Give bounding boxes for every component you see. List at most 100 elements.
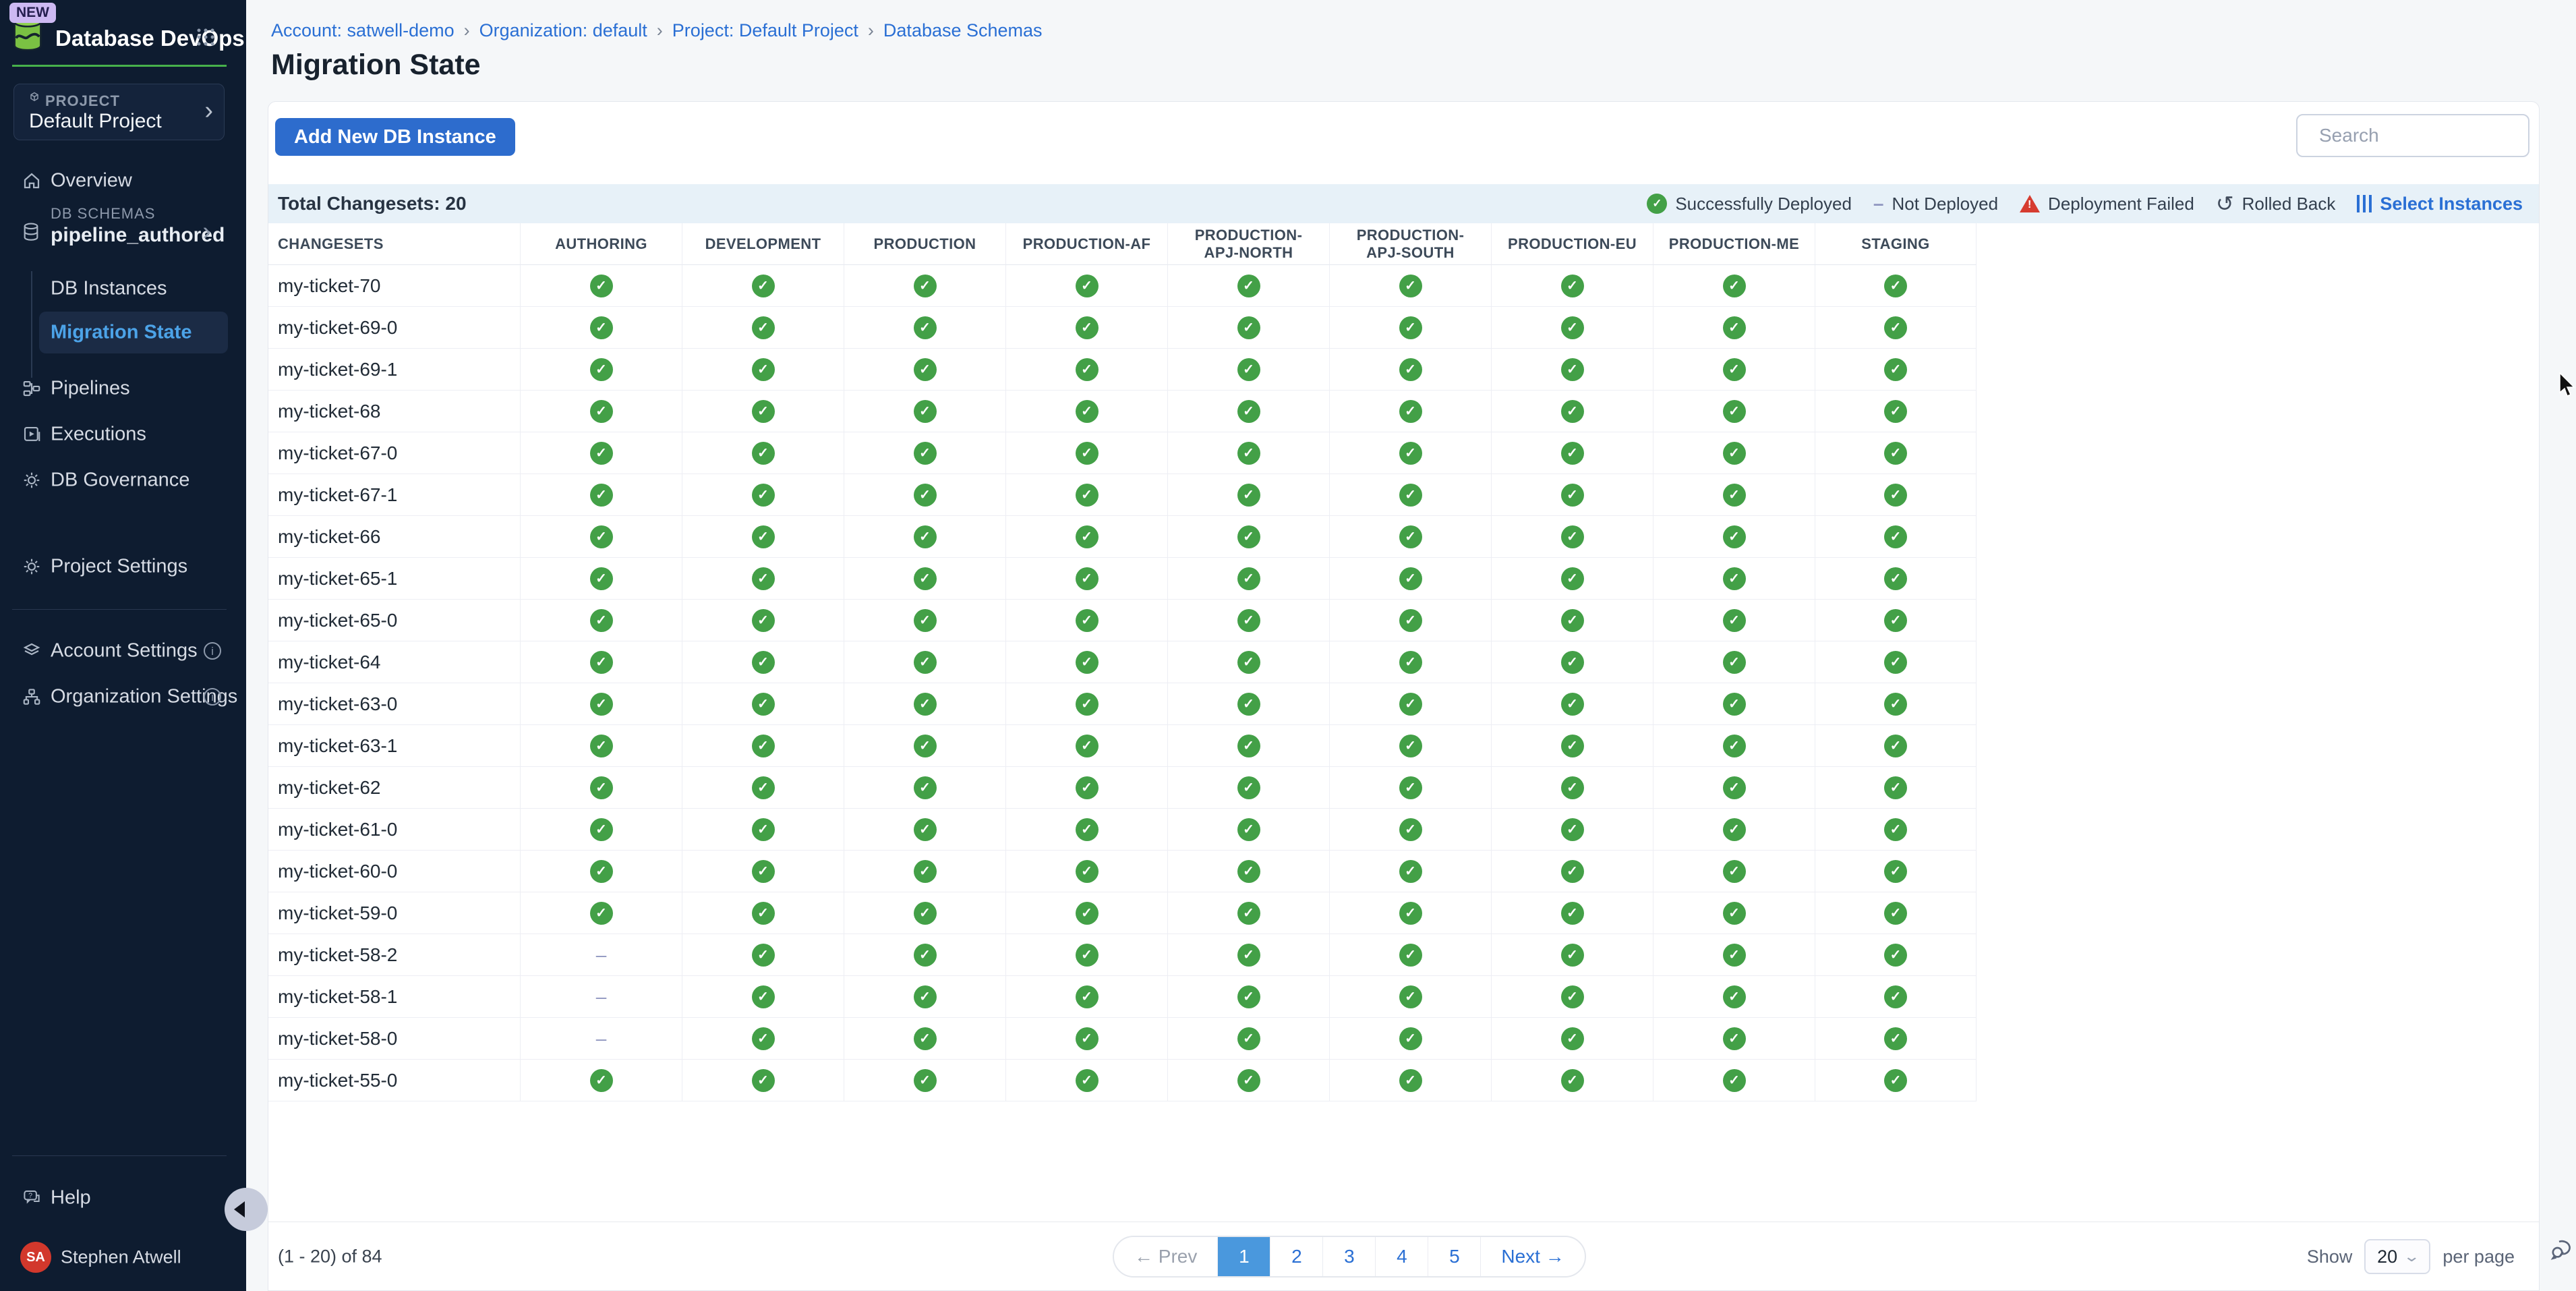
- page-button-2[interactable]: 2: [1270, 1237, 1322, 1276]
- status-cell: [1329, 349, 1491, 391]
- status-cell: [844, 976, 1005, 1018]
- status-deployed-icon: [1723, 860, 1746, 883]
- page-button-5[interactable]: 5: [1428, 1237, 1480, 1276]
- sidebar-item-db-instances[interactable]: DB Instances: [39, 271, 228, 306]
- sidebar-item-migration-state[interactable]: Migration State: [39, 312, 228, 353]
- status-cell: [844, 725, 1005, 767]
- table-row: my-ticket-64: [268, 641, 1977, 683]
- status-deployed-icon: [1399, 609, 1422, 632]
- status-cell: [1653, 767, 1815, 809]
- breadcrumb-separator: ›: [464, 20, 470, 41]
- user-name: Stephen Atwell: [61, 1247, 181, 1268]
- sidebar-item-db-governance[interactable]: DB Governance: [0, 461, 246, 499]
- sidebar-item-help[interactable]: ? Help: [0, 1179, 246, 1217]
- status-deployed-icon: [1076, 442, 1099, 465]
- chevron-right-icon: ›: [202, 217, 211, 246]
- status-deployed-icon: [1723, 567, 1746, 590]
- status-cell: [1815, 307, 1977, 349]
- breadcrumb-organization-link[interactable]: Organization: default: [479, 20, 647, 41]
- status-deployed-icon: [1884, 776, 1907, 799]
- breadcrumb-account-link[interactable]: Account: satwell-demo: [271, 20, 455, 41]
- status-deployed-icon: [914, 902, 937, 925]
- status-cell: [1653, 516, 1815, 558]
- status-deployed-icon: [590, 609, 613, 632]
- pagination: ← Prev 1 2 3 4 5 Next →: [1113, 1236, 1586, 1278]
- user-menu[interactable]: SA Stephen Atwell: [0, 1238, 246, 1276]
- table-row: my-ticket-69-0: [268, 307, 1977, 349]
- sidebar-item-executions[interactable]: Executions: [0, 415, 246, 453]
- sidebar-item-label: Project Settings: [51, 556, 187, 578]
- page-button-1[interactable]: 1: [1217, 1237, 1270, 1276]
- sidebar-item-overview[interactable]: Overview: [0, 162, 246, 200]
- breadcrumb-database-schemas-link[interactable]: Database Schemas: [883, 20, 1043, 41]
- status-cell: [1491, 516, 1653, 558]
- status-deployed-icon: [1884, 567, 1907, 590]
- status-deployed-icon: [752, 275, 775, 297]
- status-cell: [1653, 307, 1815, 349]
- status-cell: [520, 391, 682, 432]
- page-button-3[interactable]: 3: [1322, 1237, 1375, 1276]
- changeset-name: my-ticket-55-0: [268, 1060, 520, 1101]
- status-cell: [1005, 851, 1167, 892]
- status-cell: [1167, 641, 1329, 683]
- changeset-name: my-ticket-63-1: [268, 725, 520, 767]
- changeset-name: my-ticket-58-2: [268, 934, 520, 976]
- status-deployed-icon: [1884, 944, 1907, 967]
- status-cell: [1653, 1060, 1815, 1101]
- status-deployed-icon: [1237, 358, 1260, 381]
- info-icon[interactable]: i: [204, 688, 221, 706]
- status-cell: [1167, 1060, 1329, 1101]
- status-deployed-icon: [590, 400, 613, 423]
- status-cell: [1815, 641, 1977, 683]
- status-cell: [1815, 809, 1977, 851]
- status-cell: [520, 892, 682, 934]
- add-db-instance-button[interactable]: Add New DB Instance: [275, 118, 515, 156]
- table-row: my-ticket-59-0: [268, 892, 1977, 934]
- sidebar-collapse-handle[interactable]: [225, 1188, 268, 1231]
- status-not-deployed-dash: –: [596, 986, 607, 1008]
- status-cell: [1653, 265, 1815, 307]
- prev-page-button[interactable]: ← Prev: [1114, 1237, 1217, 1276]
- select-instances-button[interactable]: Select Instances: [2357, 194, 2523, 214]
- status-cell: [520, 767, 682, 809]
- status-cell: [520, 432, 682, 474]
- status-cell: [682, 641, 844, 683]
- sidebar-item-pipelines[interactable]: Pipelines: [0, 370, 246, 407]
- status-cell: [520, 683, 682, 725]
- per-page-select[interactable]: 20 ⌄: [2364, 1239, 2430, 1274]
- sidebar-item-db-schemas[interactable]: DB SCHEMAS pipeline_authored ›: [0, 201, 246, 263]
- page-button-4[interactable]: 4: [1375, 1237, 1428, 1276]
- status-deployed-icon: [1884, 860, 1907, 883]
- status-deployed-icon: [1237, 442, 1260, 465]
- status-cell: [1653, 391, 1815, 432]
- status-cell: [682, 391, 844, 432]
- status-cell: [520, 1060, 682, 1101]
- search-box[interactable]: [2296, 114, 2529, 157]
- sidebar-item-account-settings[interactable]: Account Settings i: [0, 632, 246, 670]
- search-input[interactable]: [2319, 125, 2563, 146]
- sidebar-item-project-settings[interactable]: Project Settings: [0, 548, 246, 585]
- sidebar-divider: [12, 609, 227, 610]
- status-cell: [1167, 976, 1329, 1018]
- table-row: my-ticket-55-0: [268, 1060, 1977, 1101]
- status-deployed-icon: [914, 400, 937, 423]
- status-deployed-icon: [1561, 1069, 1584, 1092]
- status-deployed-icon: [914, 609, 937, 632]
- rollback-arrow-icon: ↺: [2216, 193, 2234, 214]
- sidebar-item-organization-settings[interactable]: Organization Settings i: [0, 678, 246, 716]
- app-title: Database DevOps: [55, 26, 245, 51]
- status-deployed-icon: [1884, 400, 1907, 423]
- status-cell: [1653, 725, 1815, 767]
- next-page-button[interactable]: Next →: [1480, 1237, 1584, 1276]
- legend-label: Successfully Deployed: [1675, 194, 1852, 214]
- info-icon[interactable]: i: [204, 642, 221, 660]
- project-selector[interactable]: PROJECT Default Project ›: [13, 84, 225, 140]
- status-deployed-icon: [1076, 400, 1099, 423]
- support-chat-icon[interactable]: [2549, 1234, 2576, 1261]
- app-grid-icon[interactable]: [196, 27, 216, 47]
- new-badge: NEW: [9, 3, 56, 23]
- status-cell: [1815, 1060, 1977, 1101]
- status-deployed-icon: [590, 567, 613, 590]
- breadcrumb-project-link[interactable]: Project: Default Project: [672, 20, 858, 41]
- status-deployed-icon: [1884, 902, 1907, 925]
